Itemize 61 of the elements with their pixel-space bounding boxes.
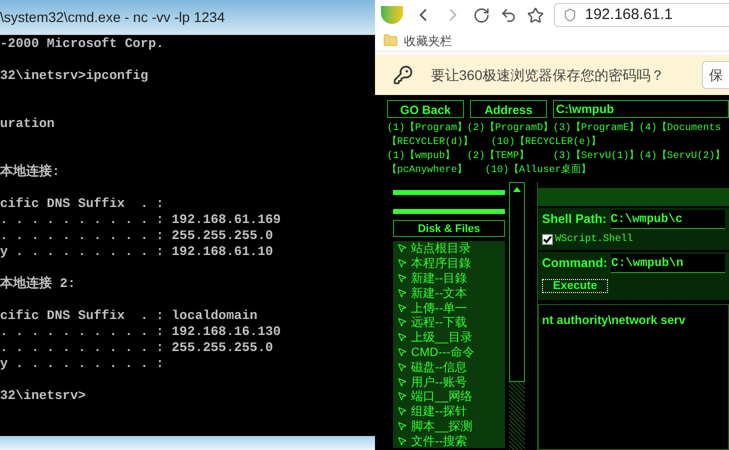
terminal-line: . . . . . . . . . . : 255.255.255.0 [0, 340, 274, 356]
menu-item[interactable]: 端口__网络 [393, 388, 505, 404]
checkbox[interactable] [542, 234, 553, 245]
check-icon [543, 235, 552, 244]
key-icon [393, 65, 413, 85]
folder-links[interactable]: (1)【Program】(2)【ProgramD】(3)【ProgramE】(4)【Documents [387, 122, 729, 136]
terminal-line: y . . . . . . . . . : 192.168.61.10 [0, 244, 274, 260]
scrollbar[interactable] [509, 182, 525, 382]
terminal-line: . . . . . . . . . . : 192.168.61.169 [0, 212, 282, 228]
menu-item[interactable]: 组建--探针 [393, 404, 505, 419]
command-label: Command: [542, 255, 608, 272]
disk-files-button[interactable]: Disk & Files [393, 220, 505, 237]
terminal-line: cific DNS Suffix . : localdomain [0, 308, 258, 324]
menu-item[interactable]: 上傳--单一 [393, 300, 505, 315]
terminal-line: 本地连接: [0, 164, 61, 180]
terminal-line: 32\inetsrv>ipconfig [0, 68, 150, 84]
menu-item[interactable]: 本程序目錄 [393, 256, 505, 271]
terminal-line: y . . . . . . . . . : [0, 356, 165, 372]
menu-item[interactable]: 上级__目录 [393, 330, 505, 345]
path-field[interactable]: C:\wmpub [553, 100, 729, 118]
terminal-line: cific DNS Suffix . : [0, 196, 165, 212]
browser-logo-icon[interactable] [381, 6, 403, 24]
menu-item[interactable]: 脚本__探测 [393, 418, 505, 434]
address-text: 192.168.61.1 [585, 4, 673, 25]
folder-links[interactable]: 【pcAnywhere】 (10)【Alluser桌面】 [387, 164, 729, 178]
menu-item[interactable]: 磁盘--信息 [393, 359, 505, 374]
menu-item[interactable]: 新建--目錄 [393, 270, 505, 286]
undo-icon[interactable] [500, 6, 517, 24]
password-prompt: 要让360极速浏览器保存您的密码吗？ [431, 66, 666, 84]
save-button[interactable]: 保 [702, 61, 729, 89]
terminal-line: 本地连接 2: [0, 276, 76, 292]
command-field[interactable]: C:\wmpub\n [611, 254, 725, 273]
shell-path-label: Shell Path: [542, 211, 607, 228]
folder-links[interactable]: (1)【wmpub】 (2)【TEMP】 (3)【ServU(1)】(4)【ServU(2)】 [387, 150, 729, 164]
menu-item[interactable]: 远程--下载 [393, 314, 505, 330]
menu-item[interactable]: 文件--搜索 [393, 433, 505, 448]
window-title: \system32\cmd.exe - nc -vv -lp 1234 [0, 8, 225, 27]
checkbox-label: WScript.Shell [555, 232, 634, 247]
menu-item[interactable]: CMD---命令 [393, 344, 505, 360]
shell-path-field[interactable]: C:\wmpub\c [610, 210, 725, 229]
menu-item[interactable]: 新建--文本 [393, 285, 505, 300]
scroll-track [509, 382, 525, 450]
menu-item[interactable]: 站点根目录 [393, 241, 505, 256]
execute-button[interactable]: Execute [542, 279, 608, 293]
terminal-line: uration [0, 116, 56, 132]
menu-item[interactable]: 用户--账号 [393, 374, 505, 389]
folder-icon [383, 33, 398, 48]
terminal-line: 32\inetsrv> [0, 388, 87, 404]
address-button[interactable]: Address [470, 100, 547, 118]
star-icon[interactable] [527, 6, 544, 24]
terminal-line: -2000 Microsoft Corp. [0, 36, 165, 52]
address-bar[interactable]: 192.168.61.1 [554, 3, 729, 27]
scroll-up-icon[interactable] [513, 187, 521, 192]
output-text: nt authority\network serv [542, 313, 686, 327]
folder-links[interactable]: 【RECYCLER(d)】 (10)【RECYCLER(e)】 [387, 136, 729, 150]
go-back-button[interactable]: GO Back [387, 100, 464, 118]
bookmark-item[interactable]: 收藏夹栏 [404, 32, 452, 50]
reload-icon[interactable] [473, 6, 490, 24]
terminal-line: . . . . . . . . . . : 192.168.16.130 [0, 324, 282, 340]
shield-icon [563, 8, 577, 22]
terminal-line: . . . . . . . . . . : 255.255.255.0 [0, 228, 274, 244]
